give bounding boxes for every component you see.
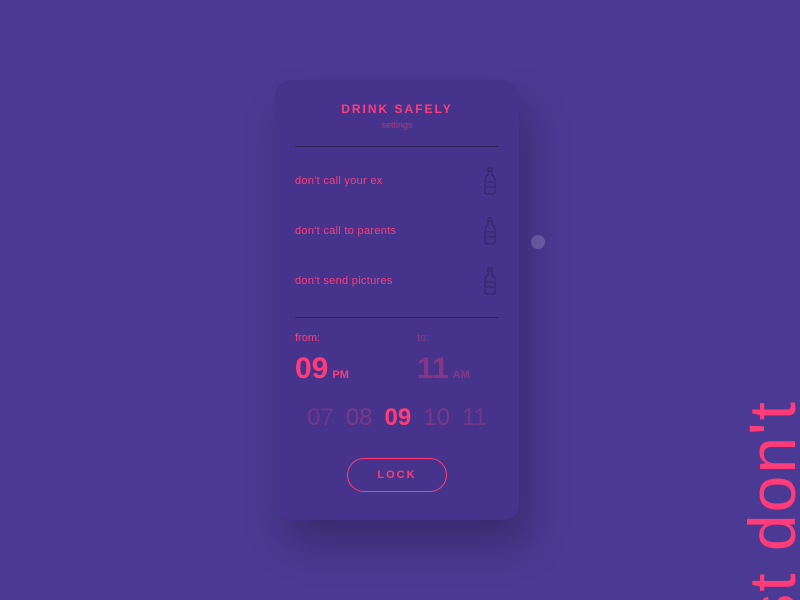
time-to-value: 11 AM [417,352,499,386]
rule-row-0[interactable]: don't call your ex [295,167,499,195]
time-from-label: from: [295,332,377,344]
page-caption: just don't [734,400,800,600]
card-title: DRINK SAFELY [295,102,499,116]
time-to-label: to: [417,332,499,344]
time-to[interactable]: to: 11 AM [417,332,499,386]
time-to-hour: 11 [417,352,449,386]
settings-card: DRINK SAFELY settings don't call your ex… [275,80,519,520]
rule-label: don't send pictures [295,275,393,287]
wheel-item[interactable]: 08 [346,404,373,432]
time-wheel[interactable]: 07 08 09 10 11 [295,404,499,432]
bottle-icon [481,267,499,295]
time-from-hour: 09 [295,352,328,386]
bottle-icon [481,167,499,195]
time-to-period: AM [453,369,470,381]
time-from-period: PM [332,369,349,381]
lock-button[interactable]: LOCK [347,458,447,492]
rule-label: don't call to parents [295,225,396,237]
bottle-icon [481,217,499,245]
rule-row-2[interactable]: don't send pictures [295,267,499,295]
time-from[interactable]: from: 09 PM [295,332,377,386]
time-section: from: 09 PM to: 11 AM [295,317,499,386]
wheel-item[interactable]: 11 [462,404,487,432]
divider [295,146,499,147]
wheel-item-selected[interactable]: 09 [385,404,412,432]
rule-row-1[interactable]: don't call to parents [295,217,499,245]
wheel-item[interactable]: 10 [423,404,450,432]
card-subtitle: settings [295,120,499,130]
wheel-item[interactable]: 07 [307,404,334,432]
rule-label: don't call your ex [295,175,383,187]
time-from-value: 09 PM [295,352,377,386]
decorative-dot [531,235,545,249]
